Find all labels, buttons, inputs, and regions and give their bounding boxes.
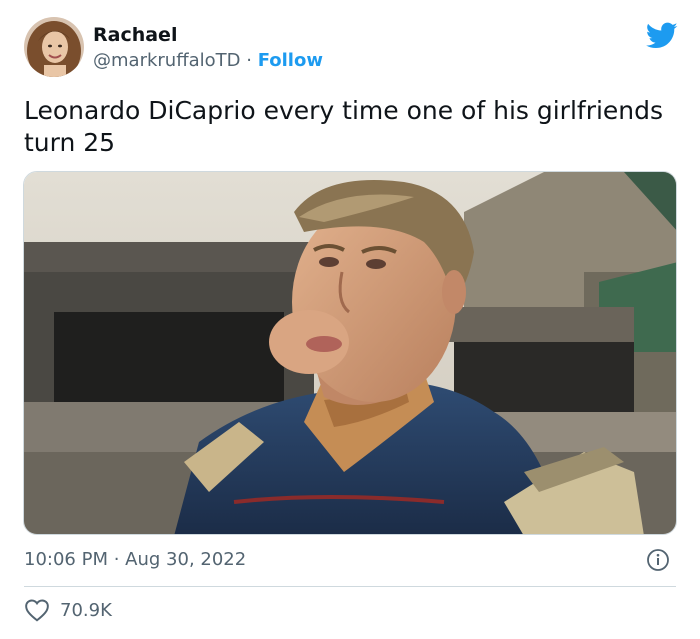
tweet-text: Leonardo DiCaprio every time one of his … <box>24 96 664 157</box>
timestamp-separator: · <box>113 549 126 570</box>
heart-icon <box>25 599 49 622</box>
author-handle-row: @markruffaloTD · Follow <box>93 50 323 71</box>
tweet-media-image[interactable] <box>23 171 677 535</box>
info-icon[interactable] <box>646 548 670 572</box>
tweet-timestamp[interactable]: 10:06 PM · Aug 30, 2022 <box>24 549 246 570</box>
tweet-date: Aug 30, 2022 <box>125 549 247 570</box>
tweet-card: Rachael @markruffaloTD · Follow Leonardo… <box>0 0 700 639</box>
handle-separator: · <box>246 50 258 71</box>
like-count: 70.9K <box>60 599 112 621</box>
author-name[interactable]: Rachael <box>93 24 177 46</box>
author-handle[interactable]: @markruffaloTD <box>93 50 241 71</box>
twitter-bird-icon[interactable] <box>646 22 678 50</box>
divider <box>24 586 676 587</box>
like-button[interactable]: 70.9K <box>24 598 112 622</box>
follow-button[interactable]: Follow <box>258 50 323 71</box>
avatar[interactable] <box>24 17 84 77</box>
tweet-time: 10:06 PM <box>24 549 108 570</box>
